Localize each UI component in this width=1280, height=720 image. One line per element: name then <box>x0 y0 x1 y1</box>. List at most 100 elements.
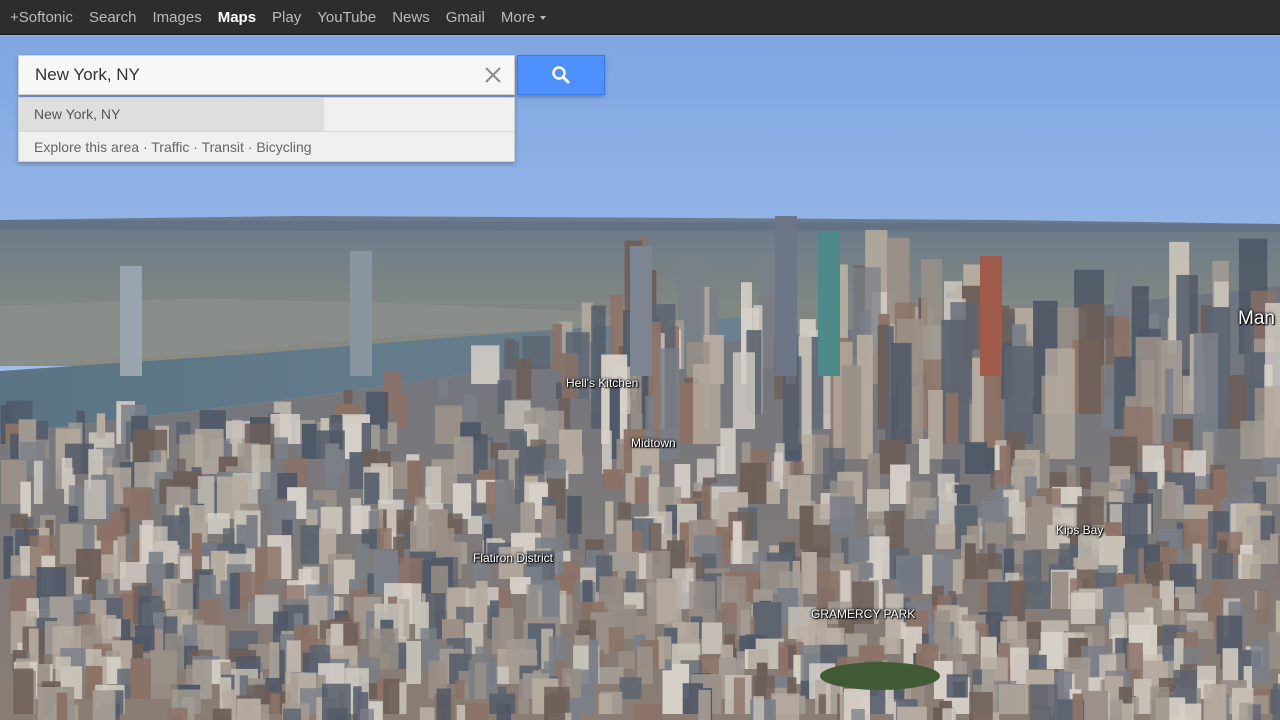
building <box>283 708 301 720</box>
building <box>1257 589 1270 624</box>
building <box>1109 699 1124 720</box>
building <box>520 502 535 534</box>
building <box>514 458 525 504</box>
building <box>567 496 582 534</box>
building <box>608 627 624 654</box>
top-nav-bar: +Softonic Search Images Maps Play YouTub… <box>0 0 1280 35</box>
bicycling-link[interactable]: Bicycling <box>256 139 311 155</box>
building <box>716 446 725 474</box>
building <box>387 422 397 444</box>
building <box>495 479 514 519</box>
building <box>518 679 529 714</box>
building <box>801 552 817 594</box>
building <box>165 562 174 579</box>
search-icon <box>552 66 570 84</box>
nav-youtube[interactable]: YouTube <box>317 9 376 26</box>
building <box>376 528 392 549</box>
building <box>595 667 624 684</box>
building <box>20 481 31 519</box>
separator: · <box>189 139 202 155</box>
building <box>406 641 421 684</box>
explore-area-link[interactable]: Explore this area <box>34 139 139 155</box>
building <box>1172 447 1182 474</box>
building <box>998 684 1028 714</box>
building <box>325 443 340 489</box>
building <box>1268 631 1280 669</box>
building <box>13 668 34 714</box>
building <box>928 390 943 459</box>
building <box>1023 581 1051 609</box>
building <box>92 690 116 720</box>
building <box>605 501 614 534</box>
label-manhattan[interactable]: Man <box>1238 308 1275 330</box>
building <box>618 651 635 669</box>
building <box>964 442 988 474</box>
nav-images[interactable]: Images <box>153 9 202 26</box>
nav-play[interactable]: Play <box>272 9 301 26</box>
building <box>300 525 320 564</box>
landmark-tower <box>980 256 1002 376</box>
transit-link[interactable]: Transit <box>202 139 244 155</box>
building <box>733 677 745 714</box>
suggestions-dropdown: New York, NY Explore this area · Traffic… <box>18 97 515 162</box>
building <box>383 678 400 714</box>
building <box>455 680 465 699</box>
nav-maps[interactable]: Maps <box>218 9 256 26</box>
nav-search[interactable]: Search <box>89 9 137 26</box>
suggestion-item[interactable]: New York, NY <box>19 98 514 131</box>
building <box>945 392 959 444</box>
building <box>625 571 636 594</box>
building <box>732 352 755 429</box>
label-midtown[interactable]: Midtown <box>631 436 676 450</box>
building <box>270 693 280 714</box>
nav-more[interactable]: More <box>501 9 547 26</box>
building <box>436 688 451 720</box>
building <box>1072 693 1083 720</box>
building <box>569 532 579 549</box>
building <box>698 689 711 720</box>
explore-links: Explore this area · Traffic · Transit · … <box>19 131 514 161</box>
building <box>1164 481 1176 519</box>
building <box>1222 648 1239 684</box>
nav-softonic[interactable]: +Softonic <box>10 9 73 26</box>
building <box>368 683 378 699</box>
traffic-link[interactable]: Traffic <box>151 139 189 155</box>
building <box>662 670 683 714</box>
building <box>732 521 742 564</box>
building <box>516 358 532 399</box>
landmark-tower <box>818 231 840 376</box>
landmark-tower <box>775 216 797 376</box>
building <box>1241 554 1261 579</box>
building <box>619 677 642 699</box>
building <box>471 345 500 384</box>
building <box>322 683 351 720</box>
building <box>701 485 712 519</box>
search-input[interactable] <box>35 56 475 94</box>
nav-gmail[interactable]: Gmail <box>446 9 485 26</box>
close-icon[interactable] <box>484 66 502 84</box>
label-flatiron-district[interactable]: Flatiron District <box>473 551 553 565</box>
label-kips-bay[interactable]: Kips Bay <box>1056 523 1103 537</box>
separator: · <box>139 139 152 155</box>
label-gramercy-park[interactable]: GRAMERCY PARK <box>811 607 915 621</box>
search-box <box>18 55 515 95</box>
building <box>842 365 862 459</box>
building <box>33 460 43 504</box>
search-button[interactable] <box>517 55 605 95</box>
building <box>656 578 682 624</box>
building <box>919 439 930 474</box>
label-hells-kitchen[interactable]: Hell's Kitchen <box>566 376 638 390</box>
building <box>474 662 487 699</box>
building <box>753 696 765 720</box>
building <box>896 555 922 594</box>
building <box>1029 684 1058 720</box>
landmark-tower <box>630 246 652 376</box>
building <box>495 666 509 684</box>
building <box>1051 571 1069 609</box>
building <box>1004 346 1033 444</box>
building <box>354 543 370 579</box>
building <box>969 692 993 720</box>
building <box>269 642 280 684</box>
nav-news[interactable]: News <box>392 9 430 26</box>
landmark-tower <box>350 251 372 376</box>
